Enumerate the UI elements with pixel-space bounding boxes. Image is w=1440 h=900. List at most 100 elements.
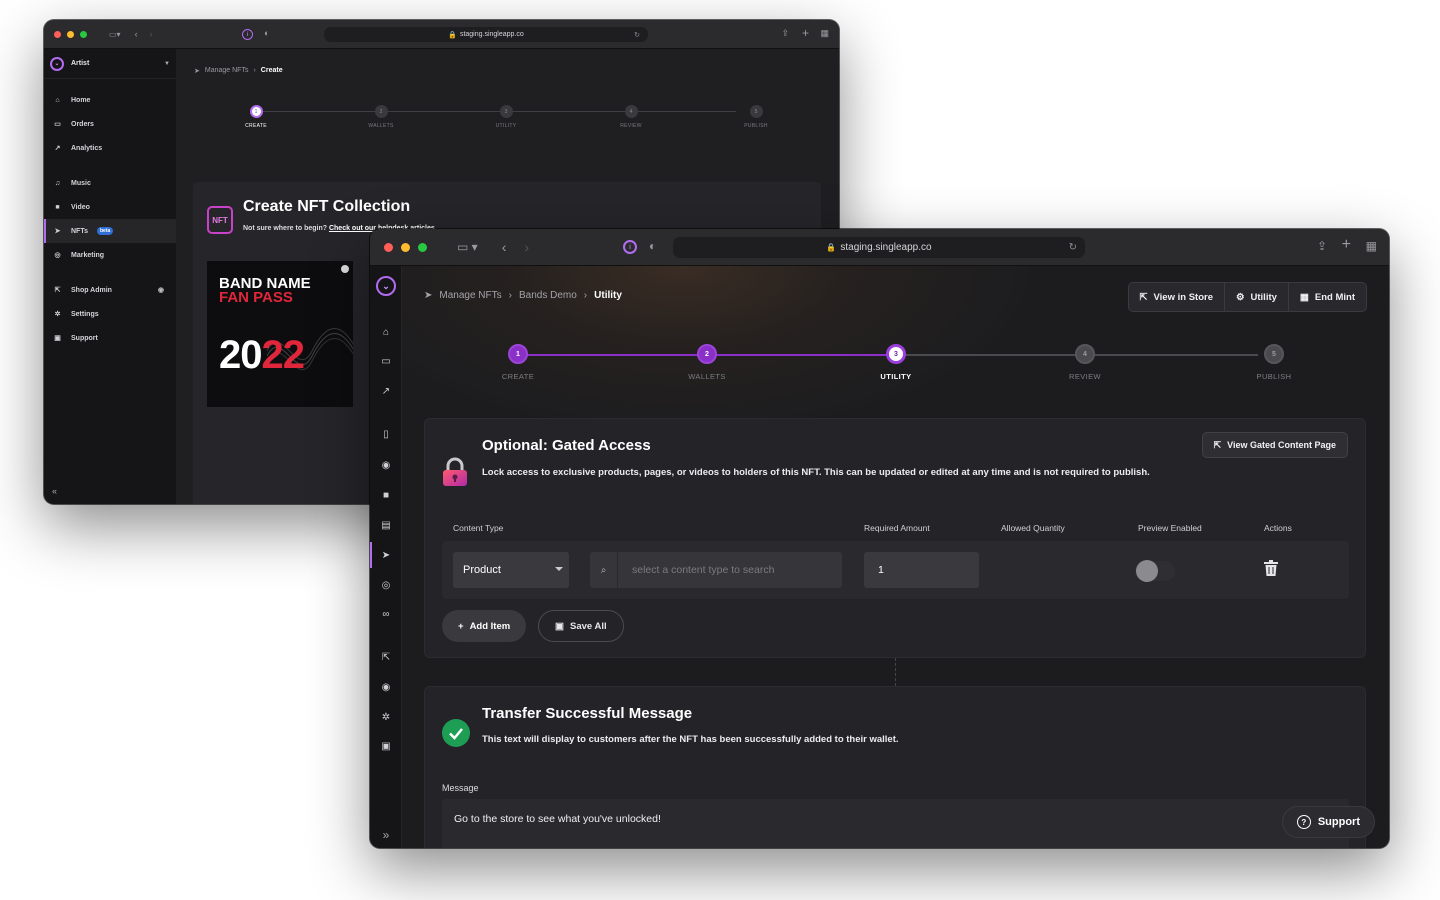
support-button[interactable]: ? Support	[1281, 806, 1375, 838]
collapsed-sidebar: ⌄ ⌂ ▭ ↗ ▯ ◉ ■ ▤ ➤ ◎ ∞ ⇱ ◉ ✲ ▣ »	[370, 266, 402, 848]
shield-icon[interactable]: ◐	[264, 28, 269, 38]
sidebar-item-music[interactable]: ♫ Music	[44, 171, 176, 195]
disc-icon[interactable]: ◉	[370, 455, 402, 475]
inbox-icon[interactable]: ▭	[370, 351, 402, 371]
view-in-store-button[interactable]: ⇱ View in Store	[1129, 283, 1225, 311]
tab-overview-icon[interactable]: ▦	[820, 28, 829, 39]
account-switcher[interactable]: ⌄ Artist ▼	[44, 49, 176, 79]
chart-icon[interactable]: ↗	[370, 381, 402, 401]
extension-icon[interactable]: i	[623, 240, 637, 254]
close-window-button[interactable]	[384, 242, 393, 252]
sidebar-item-nfts[interactable]: ➤ NFTs beta	[44, 219, 176, 243]
sidebar-toggle-icon[interactable]: ▭▾	[109, 30, 121, 39]
step-wallets[interactable]: 2 WALLETS	[667, 344, 747, 381]
step-label: REVIEW	[620, 123, 642, 129]
address-bar[interactable]: 🔒 staging.singleapp.co ↻	[673, 237, 1085, 258]
transfer-description: This text will display to customers afte…	[482, 734, 899, 745]
zoom-window-button[interactable]	[80, 30, 87, 38]
sidebar-toggle-icon[interactable]: ▭ ▾	[457, 240, 478, 254]
button-label: End Mint	[1314, 291, 1355, 303]
step-create[interactable]: 1 CREATE	[478, 344, 558, 381]
step-utility[interactable]: 3 UTILITY	[856, 344, 936, 381]
plus-icon: +	[458, 620, 464, 632]
briefcase-icon[interactable]: ▣	[370, 736, 402, 756]
shield-icon[interactable]: ◐	[649, 239, 656, 253]
utility-button[interactable]: ⚙ Utility	[1225, 283, 1289, 311]
minimize-window-button[interactable]	[67, 30, 74, 38]
external-link-icon[interactable]: ⇱	[370, 647, 402, 667]
address-bar[interactable]: 🔒 staging.singleapp.co ↻	[324, 27, 648, 42]
column-header-preview-enabled: Preview Enabled	[1138, 523, 1202, 533]
sidebar-item-video[interactable]: ■ Video	[44, 195, 176, 219]
eye-icon[interactable]: ◉	[370, 677, 402, 697]
close-window-button[interactable]	[54, 30, 61, 38]
step-publish[interactable]: 5 PUBLISH	[736, 105, 776, 129]
end-mint-button[interactable]: ▦ End Mint	[1289, 283, 1366, 311]
home-icon: ⌂	[55, 96, 60, 104]
preview-enabled-toggle[interactable]	[1135, 560, 1175, 582]
extension-icon[interactable]: i	[242, 29, 253, 40]
eye-icon[interactable]: ◉	[158, 286, 164, 294]
breadcrumb-manage-nfts[interactable]: Manage NFTs	[205, 67, 249, 75]
tab-overview-icon[interactable]: ▦	[1366, 239, 1377, 253]
url-text: staging.singleapp.co	[459, 31, 524, 38]
link-icon[interactable]: ∞	[370, 604, 402, 624]
rocket-icon: ➤	[54, 228, 61, 235]
music-file-icon: ♫	[54, 179, 61, 187]
forward-arrow-icon[interactable]: ›	[150, 29, 153, 39]
breadcrumb-manage-nfts[interactable]: Manage NFTs	[439, 290, 501, 301]
message-textarea[interactable]: Go to the store to see what you've unloc…	[442, 799, 1349, 848]
save-icon: ▣	[555, 620, 564, 632]
add-item-button[interactable]: + Add Item	[442, 610, 527, 642]
minimize-window-button[interactable]	[401, 242, 410, 252]
sidebar-item-support[interactable]: ▣ Support	[44, 326, 176, 350]
trash-icon[interactable]	[1264, 560, 1278, 576]
step-review[interactable]: 4 REVIEW	[1045, 344, 1125, 381]
share-icon[interactable]: ⇪	[781, 28, 789, 39]
step-create[interactable]: 1 CREATE	[236, 105, 276, 129]
check-circle-icon	[442, 719, 470, 747]
step-label: WALLETS	[368, 123, 394, 129]
back-arrow-icon[interactable]: ‹	[502, 239, 507, 255]
expand-sidebar-icon[interactable]: »	[370, 828, 402, 842]
document-icon[interactable]: ▤	[370, 515, 402, 535]
collapse-sidebar-icon[interactable]: «	[52, 486, 57, 496]
breadcrumb-separator: ›	[583, 290, 588, 301]
sidebar-item-shop-admin[interactable]: ⇱ Shop Admin ◉	[44, 278, 176, 302]
new-tab-icon[interactable]: +	[802, 26, 809, 40]
breadcrumb-bands-demo[interactable]: Bands Demo	[519, 290, 577, 301]
sidebar-item-home[interactable]: ⌂ Home	[44, 88, 176, 112]
step-publish[interactable]: 5 PUBLISH	[1234, 344, 1314, 381]
step-wallets[interactable]: 2 WALLETS	[361, 105, 401, 129]
content-search-input[interactable]	[618, 564, 838, 576]
table-row: Product ⌕ 1	[442, 541, 1349, 599]
forward-arrow-icon[interactable]: ›	[524, 239, 529, 255]
app-logo-icon[interactable]: ⌄	[376, 276, 396, 296]
remove-image-icon[interactable]	[341, 265, 349, 273]
required-amount-input[interactable]: 1	[864, 552, 979, 588]
rocket-icon[interactable]: ➤	[370, 542, 402, 568]
nft-artwork-preview[interactable]: BAND NAME FAN PASS 2022	[207, 261, 353, 407]
step-utility[interactable]: 3 UTILITY	[486, 105, 526, 129]
file-icon[interactable]: ▯	[370, 424, 402, 444]
button-label: Utility	[1250, 291, 1277, 303]
home-icon[interactable]: ⌂	[370, 322, 402, 342]
target-icon[interactable]: ◎	[370, 575, 402, 595]
sidebar-item-settings[interactable]: ✲ Settings	[44, 302, 176, 326]
save-all-button[interactable]: ▣ Save All	[538, 610, 624, 642]
sidebar-item-marketing[interactable]: ◎ Marketing	[44, 243, 176, 267]
gear-icon[interactable]: ✲	[370, 707, 402, 727]
back-arrow-icon[interactable]: ‹	[135, 29, 138, 39]
step-review[interactable]: 4 REVIEW	[611, 105, 651, 129]
sidebar-item-orders[interactable]: ▭ Orders	[44, 112, 176, 136]
view-gated-content-button[interactable]: ⇱ View Gated Content Page	[1201, 432, 1348, 458]
content-type-select[interactable]: Product	[453, 552, 569, 588]
share-icon[interactable]: ⇪	[1317, 239, 1327, 253]
reload-icon[interactable]: ↻	[1069, 242, 1077, 253]
year-part-b: 22	[261, 333, 305, 377]
zoom-window-button[interactable]	[418, 242, 427, 252]
reload-icon[interactable]: ↻	[634, 31, 640, 39]
sidebar-item-analytics[interactable]: ↗ Analytics	[44, 136, 176, 160]
new-tab-icon[interactable]: +	[1342, 236, 1351, 254]
video-icon[interactable]: ■	[370, 485, 402, 505]
